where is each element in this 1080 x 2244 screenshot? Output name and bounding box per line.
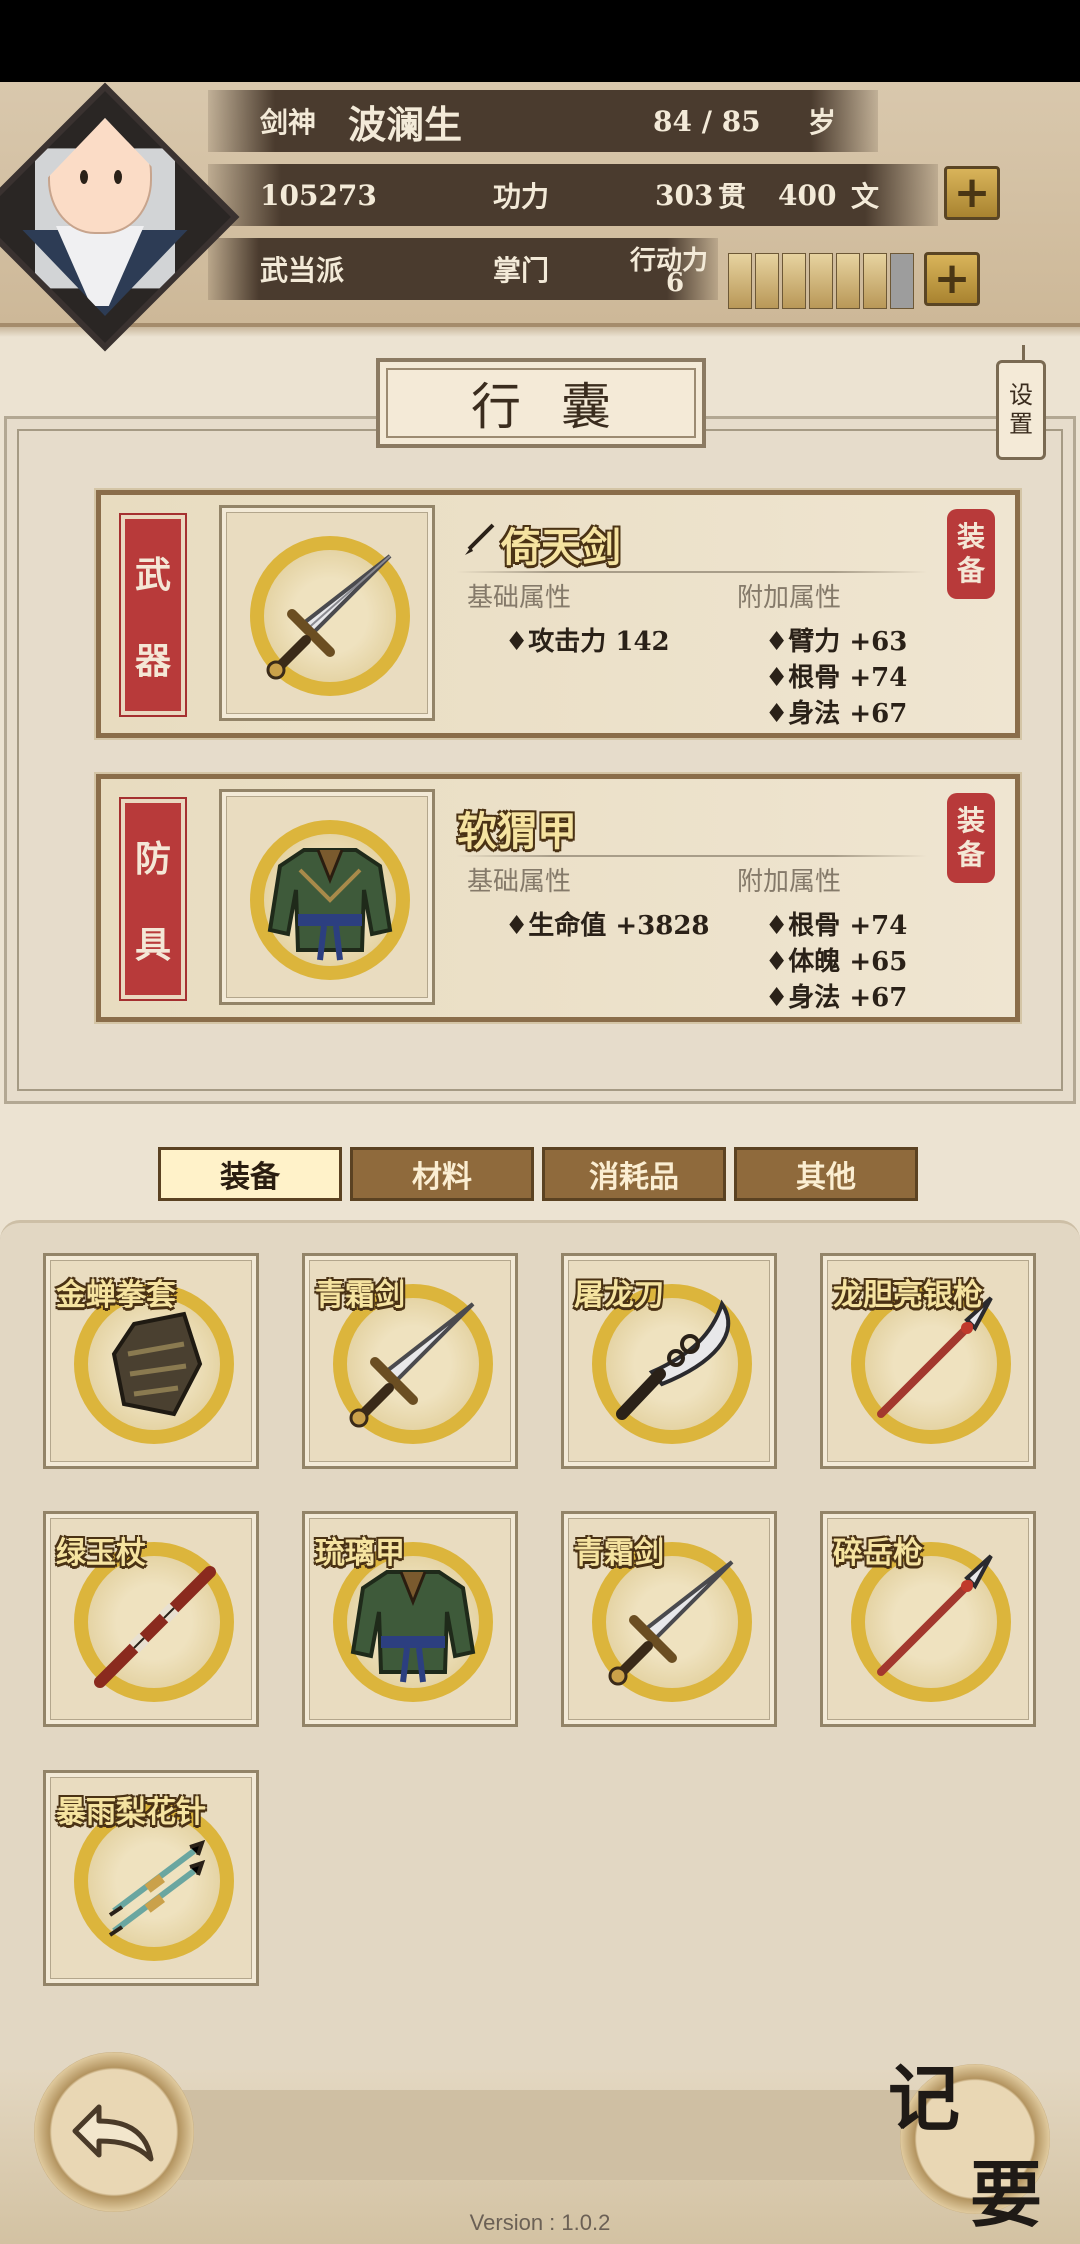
inventory-item[interactable]: 金蝉拳套 (43, 1253, 259, 1469)
divider (457, 855, 927, 857)
settings-label-1: 设 (1009, 381, 1033, 410)
equipped-armor-card[interactable]: 防具 软猬甲 基础属性 附加属性 ♦生命值 +3828 ♦根骨 +74 ♦体魄 … (96, 774, 1020, 1022)
extra-attr-row: ♦身法 +67 (765, 699, 908, 729)
energy-segment (836, 253, 860, 309)
inventory-item[interactable]: 绿玉杖 (43, 1511, 259, 1727)
inventory-item-name: 暴雨梨花针 (56, 1795, 206, 1830)
inventory-item[interactable]: 碎岳枪 (820, 1511, 1036, 1727)
inventory-item-name: 屠龙刀 (574, 1278, 664, 1313)
armor-icon (267, 848, 393, 961)
slot-tag-armor: 防具 (119, 797, 187, 1001)
tab-2[interactable]: 消耗品 (542, 1147, 726, 1201)
inventory-item-name: 龙胆亮银枪 (833, 1278, 983, 1313)
page-title: 行囊 (376, 358, 706, 448)
inventory-item[interactable]: 暴雨梨花针 (43, 1770, 259, 1986)
equipped-badge[interactable]: 装备 (947, 793, 995, 883)
equipped-weapon-card[interactable]: 武器 倚天剑 基础属性 附加属性 ♦攻击力 142 ♦臂力 +63 ♦根骨 +7… (96, 490, 1020, 738)
money-guan: 303 (655, 178, 714, 212)
add-action-button[interactable]: + (924, 252, 980, 306)
player-title: 剑神 (260, 106, 317, 139)
memo-char-1: 记 (888, 2056, 961, 2141)
sword-icon (266, 554, 392, 680)
equipped-weapon-name: 倚天剑 (501, 524, 621, 571)
extra-attr-row: ♦体魄 +65 (765, 947, 908, 977)
sect-band: 武当派 掌门 行动力 6 (208, 238, 718, 300)
guan-unit: 贯 (718, 180, 747, 213)
stats-band: 105273 功力 303 贯 400 文 (208, 164, 938, 226)
settings-label-2: 置 (1009, 410, 1033, 438)
wen-unit: 文 (851, 180, 880, 213)
add-money-button[interactable]: + (944, 166, 1000, 220)
tab-3[interactable]: 其他 (734, 1147, 918, 1201)
inventory-item[interactable]: 琉璃甲 (302, 1511, 518, 1727)
player-name: 波澜生 (348, 101, 463, 147)
energy-segment (782, 253, 806, 309)
base-attr-label: 基础属性 (467, 583, 572, 613)
action-value: 6 (666, 268, 685, 298)
inventory-item-name: 碎岳枪 (833, 1536, 923, 1571)
base-attr-row: ♦攻击力 142 (505, 627, 670, 657)
energy-segment (728, 253, 752, 309)
energy-segment (809, 253, 833, 309)
extra-attr-row: ♦臂力 +63 (765, 627, 908, 657)
inventory-item-name: 金蝉拳套 (56, 1278, 176, 1313)
inventory-item-name: 青霜剑 (315, 1278, 405, 1313)
inventory-item[interactable]: 龙胆亮银枪 (820, 1253, 1036, 1469)
player-sect: 武当派 (260, 254, 345, 287)
brush-icon (465, 523, 495, 555)
inventory-tabs: 装备 材料 消耗品 其他 (158, 1147, 918, 1201)
settings-button[interactable]: 设 置 (996, 345, 1046, 460)
name-band: 剑神 波澜生 84 / 85 岁 (208, 90, 878, 152)
energy-segment (755, 253, 779, 309)
tab-1[interactable]: 材料 (350, 1147, 534, 1201)
inventory-item[interactable]: 青霜剑 (302, 1253, 518, 1469)
equipped-armor-slot[interactable] (219, 789, 435, 1005)
equipped-armor-name: 软猬甲 (457, 808, 577, 855)
player-rank: 掌门 (493, 254, 550, 287)
version-label: Version : 1.0.2 (469, 2210, 611, 2235)
inventory-item-name: 绿玉杖 (56, 1536, 146, 1571)
extra-attr-row: ♦身法 +67 (765, 983, 908, 1013)
power-value: 105273 (260, 178, 377, 212)
base-attr-row: ♦生命值 +3828 (505, 911, 710, 941)
power-label: 功力 (493, 180, 550, 213)
extra-attr-row: ♦根骨 +74 (765, 911, 908, 941)
inventory-item-name: 琉璃甲 (315, 1536, 405, 1571)
energy-segment (890, 253, 914, 309)
extra-attr-row: ♦根骨 +74 (765, 663, 908, 693)
player-age: 84 / 85 (653, 104, 761, 138)
divider (457, 571, 927, 573)
back-arrow-icon (72, 2104, 154, 2162)
status-bar (0, 0, 1080, 82)
equipped-weapon-slot[interactable] (219, 505, 435, 721)
avatar-portrait (35, 148, 175, 289)
extra-attr-label: 附加属性 (737, 583, 842, 613)
back-button[interactable] (34, 2052, 194, 2212)
money-wen: 400 (778, 178, 837, 212)
inventory-item[interactable]: 屠龙刀 (561, 1253, 777, 1469)
action-energy-bar (728, 253, 914, 309)
inventory-item-name: 青霜剑 (574, 1536, 664, 1571)
equipped-badge[interactable]: 装备 (947, 509, 995, 599)
base-attr-label: 基础属性 (467, 867, 572, 897)
energy-segment (863, 253, 887, 309)
slot-tag-weapon: 武器 (119, 513, 187, 717)
memo-button[interactable]: 记 要 (880, 2040, 1070, 2237)
inventory-item[interactable]: 青霜剑 (561, 1511, 777, 1727)
tab-0[interactable]: 装备 (158, 1147, 342, 1201)
age-unit: 岁 (808, 106, 837, 139)
extra-attr-label: 附加属性 (737, 867, 842, 897)
